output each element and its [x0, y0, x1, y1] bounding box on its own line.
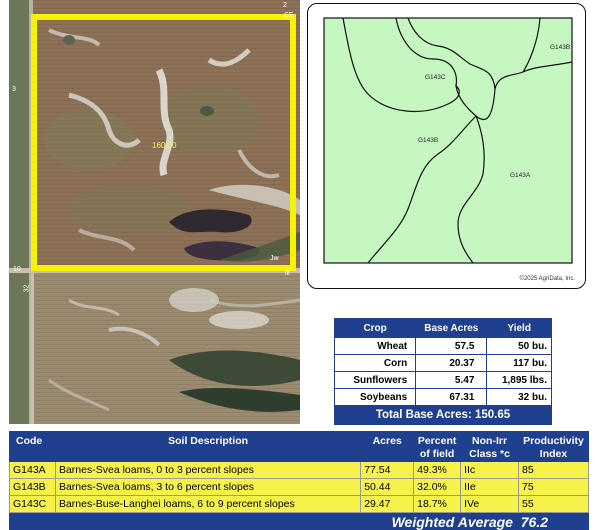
column-header-class-line2: Class *c [469, 448, 510, 460]
soil-acres: 29.47 [360, 495, 415, 513]
column-header-code: Code [9, 431, 56, 462]
table-row: Sunflowers 5.47 1,895 lbs. [333, 371, 552, 389]
table-row: Soybeans 67.31 32 bu. [333, 388, 552, 406]
table-row: G143B Barnes-Svea loams, 3 to 6 percent … [9, 478, 589, 496]
column-header-percent: Percent of field [413, 431, 462, 462]
crop-base-acres: 57.5 [415, 337, 488, 355]
soil-code: G143C [9, 495, 56, 513]
section-number-label: 3 [12, 86, 16, 93]
total-base-acres: Total Base Acres: 150.65 [334, 405, 552, 425]
column-header-acres: Acres [360, 431, 415, 462]
weighted-average: Weighted Average 76.2 [9, 512, 589, 530]
soil-index: 85 [518, 461, 589, 479]
weighted-average-value: 76.2 [520, 514, 548, 530]
soil-map-label: G143C [425, 74, 446, 81]
column-header-index: Productivity Index [518, 431, 589, 462]
table-row: G143A Barnes-Svea loams, 0 to 3 percent … [9, 461, 589, 479]
soil-map-field [323, 17, 573, 264]
column-header-yield: Yield [486, 318, 552, 338]
soil-map-drawing [323, 17, 573, 264]
road-label: Jw [270, 255, 279, 262]
table-header-row: Crop Base Acres Yield [333, 318, 552, 338]
column-header-percent-line1: Percent [417, 435, 457, 447]
soil-acres: 50.44 [360, 478, 415, 496]
soil-code: G143A [9, 461, 56, 479]
aerial-photo: 160.00 2 SE 10 3 Jw ill 32 [9, 0, 300, 424]
crop-name: Sunflowers [333, 371, 417, 389]
total-label: Total Base Acres: [375, 409, 472, 421]
column-header-class: Non-Irr Class *c [460, 431, 519, 462]
road-label: 32 [23, 284, 31, 293]
soil-index: 75 [518, 478, 589, 496]
total-value: 150.65 [474, 409, 511, 421]
crop-yield: 50 bu. [486, 337, 552, 355]
soil-table: Code Soil Description Acres Percent of f… [9, 431, 589, 530]
soil-acres: 77.54 [360, 461, 415, 479]
soil-map-label: G143B [418, 137, 439, 144]
column-header-class-line1: Non-Irr [472, 435, 508, 447]
weighted-average-label: Weighted Average [391, 514, 513, 530]
total-row: Total Base Acres: 150.65 [334, 405, 552, 425]
soil-percent: 49.3% [413, 461, 462, 479]
soil-class: IIc [460, 461, 519, 479]
soil-description: Barnes-Svea loams, 0 to 3 percent slopes [54, 461, 362, 479]
soil-class: IIe [460, 478, 519, 496]
column-header-crop: Crop [333, 318, 417, 338]
table-row: G143C Barnes-Buse-Langhei loams, 6 to 9 … [9, 495, 589, 513]
road-label: ill [285, 270, 290, 277]
column-header-description: Soil Description [54, 431, 362, 462]
crop-base-acres: 67.31 [415, 388, 488, 406]
column-header-percent-line2: of field [419, 448, 455, 460]
soil-description: Barnes-Svea loams, 3 to 6 percent slopes [54, 478, 362, 496]
table-row: Corn 20.37 117 bu. [333, 354, 552, 372]
soil-map-label: G143B [550, 44, 571, 51]
crop-yield: 1,895 lbs. [486, 371, 552, 389]
soil-code: G143B [9, 478, 56, 496]
crop-base-acres: 20.37 [415, 354, 488, 372]
crop-name: Soybeans [333, 388, 417, 406]
crop-name: Wheat [333, 337, 417, 355]
soil-description: Barnes-Buse-Langhei loams, 6 to 9 percen… [54, 495, 362, 513]
base-acres-table: Crop Base Acres Yield Wheat 57.5 50 bu. … [333, 318, 552, 425]
table-header-row: Code Soil Description Acres Percent of f… [9, 431, 589, 462]
field-acres-label: 160.00 [152, 141, 177, 150]
crop-name: Corn [333, 354, 417, 372]
soil-index: 55 [518, 495, 589, 513]
soil-class: IVe [460, 495, 519, 513]
crop-base-acres: 5.47 [415, 371, 488, 389]
column-header-index-line1: Productivity [523, 435, 584, 447]
soil-percent: 18.7% [413, 495, 462, 513]
column-header-base-acres: Base Acres [415, 318, 488, 338]
soil-map-copyright: ©2025 AgriData, Inc. [519, 276, 575, 282]
soil-percent: 32.0% [413, 478, 462, 496]
weighted-average-row: Weighted Average 76.2 [9, 512, 589, 530]
section-number-label: 10 [13, 266, 21, 273]
crop-yield: 32 bu. [486, 388, 552, 406]
soil-map-label: G143A [510, 172, 531, 179]
table-row: Wheat 57.5 50 bu. [333, 337, 552, 355]
quarter-label: SE [284, 12, 294, 19]
section-number-label: 2 [283, 2, 287, 9]
column-header-index-line2: Index [539, 448, 568, 460]
soil-map: G143B G143C G143B G143A ©2025 AgriData, … [307, 3, 586, 289]
crop-yield: 117 bu. [486, 354, 552, 372]
